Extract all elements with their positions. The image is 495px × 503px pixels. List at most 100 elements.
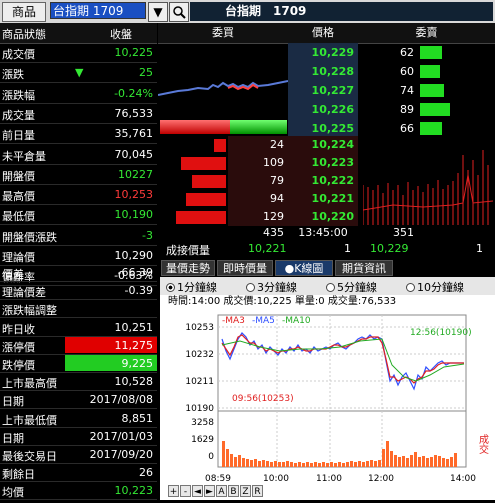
quote-row: 最低價 10,190	[0, 205, 157, 226]
zoom-button[interactable]: A	[216, 485, 227, 497]
header-status: 商品狀態	[2, 28, 46, 41]
quote-label: 開盤價	[2, 169, 35, 183]
zoom-button[interactable]: +	[168, 485, 179, 497]
info-value: -66.39	[117, 266, 153, 279]
quote-value: -3	[142, 228, 153, 242]
radio-1min[interactable]: 1分鐘線	[166, 279, 217, 295]
vol-tick: 0	[208, 452, 214, 462]
vol-tick: 1629	[191, 435, 214, 445]
symbol-input[interactable]: 台指期 1709	[50, 2, 146, 19]
tab-kline[interactable]: ●K線圖	[275, 260, 333, 276]
order-book: 委買 價格 委賣 10,229 62 10,228 60 10,227 74 10,226 8…	[158, 23, 495, 258]
radio-dot-icon	[166, 283, 175, 292]
info-row: 價差 -66.39	[0, 263, 157, 282]
ask-volume-bar	[420, 84, 444, 97]
info-value: 2017/09/20	[89, 448, 153, 461]
bid-volume: 94	[270, 192, 284, 205]
y-tick: 10232	[185, 350, 214, 360]
zoom-button[interactable]: R	[252, 485, 263, 497]
quote-row: 漲跌 25 ▼	[0, 63, 157, 84]
volume-mini-chart	[363, 150, 493, 225]
info-label: 上市最低價	[2, 413, 57, 427]
search-button[interactable]	[169, 2, 189, 22]
bid-volume-bar	[181, 157, 226, 170]
ask-price[interactable]: 10,226	[288, 100, 358, 120]
y-tick: 10190	[185, 404, 214, 414]
bid-price[interactable]: 10,221	[288, 189, 358, 209]
quote-row: 漲跌幅 -0.24%	[0, 84, 157, 104]
info-label: 最後交易日	[2, 450, 57, 463]
bid-price[interactable]: 10,223	[288, 153, 358, 173]
tab-price-volume-trend[interactable]: 量價走勢	[161, 260, 215, 276]
y-tick: 10211	[185, 377, 214, 387]
radio-dot-icon	[326, 283, 335, 292]
side-volume-label: 成交	[477, 434, 489, 455]
info-row: 日期 2017/08/08	[0, 390, 157, 410]
info-label: 價差	[2, 268, 24, 281]
quote-value: 25	[139, 66, 153, 80]
bid-volume-bar	[192, 175, 226, 188]
info-row: 跌停價 9,225	[0, 354, 157, 373]
zoom-button[interactable]: Z	[240, 485, 251, 497]
ask-pressure-bar	[230, 120, 287, 134]
info-row: 漲停價 11,275	[0, 336, 157, 355]
radio-dot-icon	[246, 283, 255, 292]
dropdown-button[interactable]: ▼	[148, 2, 168, 22]
ask-price[interactable]: 10,229	[288, 43, 358, 63]
info-value: 10,251	[114, 320, 154, 334]
zoom-button[interactable]: ►	[204, 485, 215, 497]
info-label: 均價	[2, 486, 24, 500]
left-table-header: 商品狀態 收盤	[0, 23, 157, 44]
quote-value: 35,761	[114, 127, 154, 141]
zoom-button[interactable]: ◄	[192, 485, 203, 497]
bid-volume: 24	[270, 138, 284, 151]
ask-price[interactable]: 10,227	[288, 81, 358, 101]
radio-10min[interactable]: 10分鐘線	[406, 279, 464, 295]
bid-volume: 109	[263, 156, 284, 169]
info-value: 26	[139, 466, 153, 480]
down-arrow-icon: ▼	[75, 66, 84, 80]
bid-total: 435	[263, 226, 284, 239]
info-row: 上市最高價 10,528	[0, 372, 157, 392]
quote-label: 成交價	[2, 48, 35, 61]
tick-sparkline	[158, 80, 288, 96]
last-ask-price: 10,229	[370, 242, 409, 255]
tab-futures-info[interactable]: 期貨資訊	[335, 260, 393, 276]
quote-value: 10,225	[114, 46, 154, 59]
info-row: 剩餘日 26	[0, 463, 157, 483]
ma5-label: -MA5	[252, 316, 275, 326]
product-button[interactable]: 商品	[2, 2, 46, 22]
ask-price[interactable]: 10,228	[288, 62, 358, 82]
bid-price[interactable]: 10,224	[288, 135, 358, 155]
last-bid-qty: 1	[344, 242, 351, 255]
last-bid-price: 10,221	[248, 242, 287, 255]
bid-volume-bar	[214, 139, 226, 152]
quote-value: 10,253	[114, 188, 154, 202]
x-tick: 12:00	[368, 474, 394, 484]
radio-5min[interactable]: 5分鐘線	[326, 279, 377, 295]
radio-3min[interactable]: 3分鐘線	[246, 279, 297, 295]
quote-row: 成交量 76,533	[0, 104, 157, 124]
radio-dot-icon	[406, 283, 415, 292]
tab-realtime-volume[interactable]: 即時價量	[217, 260, 273, 276]
quote-label: 成交量	[2, 108, 35, 122]
zoom-button[interactable]: B	[228, 485, 239, 497]
search-icon	[173, 6, 186, 19]
interval-selector: 1分鐘線 3分鐘線 5分鐘線 10分鐘線	[160, 277, 495, 295]
header-close: 收盤	[110, 28, 132, 41]
ask-volume: 60	[400, 65, 414, 78]
ma3-label: -MA3	[222, 316, 245, 326]
quote-label: 未平倉量	[2, 149, 46, 163]
info-row: 上市最低價 8,851	[0, 409, 157, 428]
info-row: 最後交易日 2017/09/20	[0, 445, 157, 464]
kline-chart[interactable]: -MA3 -MA5 -MA10 10253 10232 10211 10190 …	[160, 309, 495, 500]
quote-value: 10,290	[114, 249, 154, 262]
info-row: 漲跌幅調整	[0, 299, 157, 319]
info-value: 2017/01/03	[89, 429, 153, 443]
bid-header: 委買	[158, 23, 288, 44]
quote-row: 開盤價漲跌 -3	[0, 226, 157, 246]
quote-row: 成交價 10,225	[0, 43, 157, 63]
zoom-button[interactable]: -	[180, 485, 191, 497]
bid-price[interactable]: 10,222	[288, 171, 358, 191]
info-label: 理論價差	[2, 286, 46, 300]
